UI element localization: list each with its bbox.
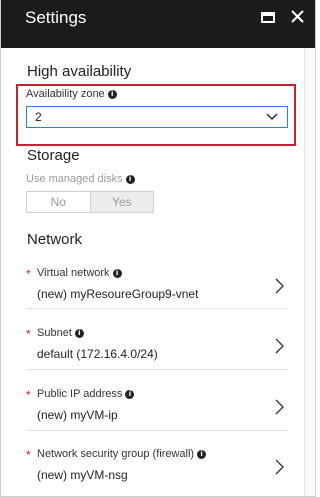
title-bar: Settings <box>1 0 315 48</box>
public-ip-label-text: Public IP address <box>37 388 123 400</box>
required-indicator: * <box>26 388 31 402</box>
required-indicator: * <box>26 267 31 281</box>
info-icon: i <box>107 90 117 99</box>
managed-disks-label-text: Use managed disks <box>26 173 123 185</box>
divider <box>26 308 288 309</box>
panel-title: Settings <box>25 8 87 27</box>
public-ip-value: (new) myVM-ip <box>37 408 118 422</box>
public-ip-row[interactable]: * Public IP address i (new) myVM-ip <box>1 386 304 442</box>
managed-disks-toggle[interactable]: No Yes <box>26 191 154 213</box>
required-indicator: * <box>26 327 31 341</box>
subnet-value: default (172.16.4.0/24) <box>37 347 158 361</box>
divider <box>26 430 288 431</box>
availability-zone-value: 2 <box>35 110 42 124</box>
managed-disks-label: Use managed disks i <box>26 173 135 185</box>
public-ip-label: Public IP address i <box>37 388 135 400</box>
virtual-network-value: (new) myResoureGroup9-vnet <box>37 287 199 301</box>
scrollbar[interactable] <box>304 48 315 496</box>
info-icon: i <box>125 175 135 184</box>
availability-zone-label: Availability zone i <box>26 88 117 100</box>
network-security-group-row[interactable]: * Network security group (firewall) i (ne… <box>1 446 304 496</box>
info-icon: i <box>74 329 84 338</box>
info-icon: i <box>112 269 122 278</box>
network-security-group-value: (new) myVM-nsg <box>37 468 128 482</box>
storage-heading: Storage <box>27 147 80 164</box>
close-icon <box>291 10 304 23</box>
subnet-row[interactable]: * Subnet i default (172.16.4.0/24) <box>1 325 304 381</box>
chevron-right-icon <box>275 278 284 294</box>
chevron-right-icon <box>275 459 284 475</box>
info-icon: i <box>125 390 135 399</box>
virtual-network-label: Virtual network i <box>37 267 122 279</box>
maximize-button[interactable] <box>258 9 278 25</box>
divider <box>26 369 288 370</box>
network-heading: Network <box>27 231 83 248</box>
network-security-group-label-text: Network security group (firewall) <box>37 448 195 460</box>
chevron-down-icon <box>266 113 278 121</box>
close-button[interactable] <box>288 6 308 28</box>
chevron-right-icon <box>275 338 284 354</box>
maximize-icon <box>261 12 275 23</box>
virtual-network-label-text: Virtual network <box>37 267 110 279</box>
availability-zone-select[interactable]: 2 <box>26 106 288 128</box>
network-security-group-label: Network security group (firewall) i <box>37 448 207 460</box>
settings-panel: Settings High availability Availability … <box>0 0 316 497</box>
managed-disks-option-yes[interactable]: Yes <box>89 192 153 212</box>
chevron-right-icon <box>275 399 284 415</box>
high-availability-heading: High availability <box>27 63 132 80</box>
availability-zone-label-text: Availability zone <box>26 88 105 100</box>
info-icon: i <box>197 450 207 459</box>
subnet-label: Subnet i <box>37 327 84 339</box>
subnet-label-text: Subnet <box>37 327 72 339</box>
virtual-network-row[interactable]: * Virtual network i (new) myResoureGroup9… <box>1 265 304 321</box>
managed-disks-option-no[interactable]: No <box>27 192 90 212</box>
settings-content: High availability Availability zone i 2 S… <box>1 48 304 496</box>
required-indicator: * <box>26 448 31 462</box>
